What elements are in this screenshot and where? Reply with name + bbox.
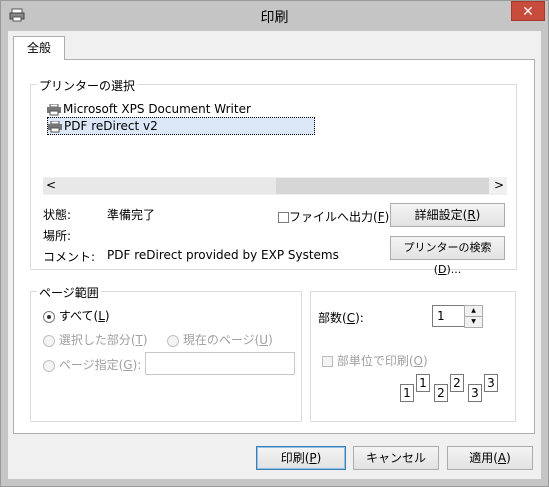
location-label: 場所:	[43, 229, 72, 243]
pages-input[interactable]	[145, 352, 295, 375]
printer-item-xps[interactable]: Microsoft XPS Document Writer	[47, 101, 251, 117]
print-to-file-checkbox[interactable]: ファイルへ出力(F)	[278, 208, 389, 225]
range-current-page-radio[interactable]: 現在のページ(U)	[167, 331, 273, 348]
scrollbar-track[interactable]	[43, 178, 276, 194]
radio-dot[interactable]	[43, 334, 55, 347]
collate-illustration: 1 1 2 2 3 3	[398, 374, 502, 404]
page-range-legend: ページ範囲	[37, 284, 101, 301]
scrollbar-thumb[interactable]	[276, 178, 489, 194]
range-all-radio[interactable]: すべて(L)	[43, 307, 110, 324]
apply-button[interactable]: 適用(A)	[447, 446, 533, 470]
close-icon: ✕	[522, 4, 534, 20]
collate-checkbox[interactable]: 部単位で印刷(O)	[322, 352, 428, 369]
copies-label: 部数(C):	[318, 311, 364, 325]
print-button[interactable]: 印刷(P)	[256, 446, 346, 470]
printer-icon	[47, 103, 61, 115]
scroll-right-icon[interactable]: >	[494, 178, 504, 192]
status-value: 準備完了	[107, 208, 156, 222]
close-button[interactable]: ✕	[511, 1, 545, 21]
status-label: 状態:	[43, 208, 72, 222]
printer-list-scrollbar[interactable]: < >	[43, 177, 507, 195]
printer-icon	[48, 120, 62, 132]
checkbox-box[interactable]	[278, 212, 289, 223]
printer-group-legend: プリンターの選択	[37, 77, 138, 94]
preferences-button[interactable]: 詳細設定(R)	[390, 203, 505, 227]
radio-dot[interactable]	[43, 359, 55, 372]
copies-value: 1	[437, 309, 445, 323]
printer-item-pdf-redirect[interactable]: PDF reDirect v2	[47, 117, 315, 135]
range-selection-radio[interactable]: 選択した部分(T)	[43, 331, 148, 348]
radio-dot[interactable]	[167, 334, 179, 347]
comment-label: コメント:	[43, 250, 96, 264]
collate-page-icon: 3	[484, 374, 498, 392]
tab-general[interactable]: 全般	[13, 36, 65, 60]
collate-page-icon: 2	[434, 384, 448, 402]
cancel-button[interactable]: キャンセル	[353, 446, 439, 470]
range-pages-radio[interactable]: ページ指定(G):	[43, 356, 141, 373]
spin-down-button[interactable]: ▼	[464, 316, 483, 328]
collate-page-icon: 1	[400, 384, 414, 402]
printer-name: PDF reDirect v2	[64, 119, 158, 133]
find-printer-button[interactable]: プリンターの検索(D)...	[390, 236, 505, 276]
collate-page-icon: 1	[416, 374, 430, 392]
scroll-left-icon[interactable]: <	[46, 178, 56, 192]
collate-page-icon: 2	[450, 374, 464, 392]
window-title: 印刷	[260, 10, 289, 26]
radio-dot[interactable]	[43, 310, 55, 323]
collate-page-icon: 3	[468, 384, 482, 402]
checkbox-box[interactable]	[322, 356, 333, 367]
comment-value: PDF reDirect provided by EXP Systems	[107, 248, 339, 262]
printer-name: Microsoft XPS Document Writer	[63, 102, 251, 116]
title-bar[interactable]: 印刷	[0, 0, 549, 32]
